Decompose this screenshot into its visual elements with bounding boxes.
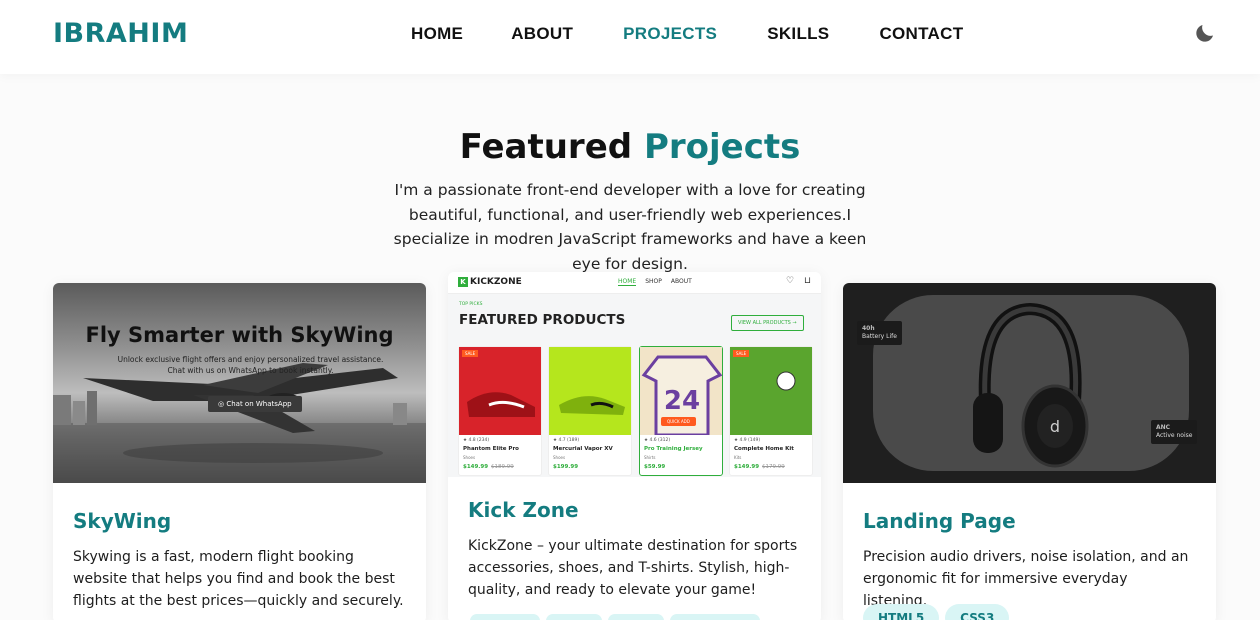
section-title-accent: Projects <box>643 127 801 167</box>
whatsapp-icon: ◎ <box>218 400 225 408</box>
svg-text:24: 24 <box>664 386 700 416</box>
nav-link-about[interactable]: ABOUT <box>511 24 573 44</box>
project-description: Skywing is a fast, modern flight booking… <box>73 549 404 609</box>
project-card-kickzone[interactable]: K KICKZONE HOME SHOP ABOUT ♡ ⊔ TOP PICKS … <box>448 272 821 620</box>
nav-link-contact[interactable]: CONTACT <box>879 24 963 44</box>
kickzone-quick-add: QUICK ADD <box>661 417 696 426</box>
shoe-image <box>467 392 535 417</box>
battery-badge: 40h Battery Life <box>857 321 902 345</box>
skywing-heading: Fly Smarter with SkyWing <box>85 323 394 347</box>
moon-icon[interactable] <box>1193 21 1217 45</box>
project-card-landing-page[interactable]: d 40h Battery Life ANC Active noise Land… <box>843 283 1216 620</box>
top-navbar: IBRAHIM HOME ABOUT PROJECTS SKILLS CONTA… <box>0 0 1260 74</box>
ball-image <box>776 371 796 391</box>
tech-tags: HTML5 CSS3 <box>863 604 1010 620</box>
project-screenshot: Fly Smarter with SkyWing Unlock exclusiv… <box>53 283 426 483</box>
kickzone-product-card: 24 QUICK ADD ★ 4.6 (312) Pro Training Je… <box>639 346 723 476</box>
kickzone-product-card: SALE ★ 4.9 (149) Complete Home Kit Kits … <box>729 346 813 476</box>
tech-tag: HTML5 <box>863 604 940 620</box>
project-description: KickZone – your ultimate destination for… <box>468 538 798 598</box>
heart-icon: ♡ <box>786 276 795 286</box>
anc-badge: ANC Active noise <box>1151 420 1198 444</box>
project-title: Kick Zone <box>468 498 579 522</box>
tech-tag <box>470 614 540 620</box>
kickzone-view-all: VIEW ALL PRODUCTS → <box>731 315 804 331</box>
skywing-whatsapp-button: ◎ Chat on WhatsApp <box>208 396 302 412</box>
section-title-main: Featured <box>459 127 633 167</box>
airplane-illustration <box>53 363 426 483</box>
project-screenshot: d 40h Battery Life ANC Active noise <box>843 283 1216 483</box>
nav-link-home[interactable]: HOME <box>411 24 463 44</box>
skywing-subtext: Unlock exclusive flight offers and enjoy… <box>117 355 384 375</box>
svg-text:d: d <box>1050 417 1060 436</box>
kickzone-product-card: ★ 4.7 (189) Mercurial Vapor XV Shoes $19… <box>548 346 632 476</box>
kickzone-nav: HOME SHOP ABOUT <box>618 278 692 286</box>
kickzone-product-card: SALE ★ 4.8 (234) Phantom Elite Pro Shoes… <box>458 346 542 476</box>
section-intro: I'm a passionate front-end developer wit… <box>393 181 867 273</box>
nav-link-skills[interactable]: SKILLS <box>767 24 829 44</box>
cart-icon: ⊔ <box>804 276 812 286</box>
tech-tag <box>608 614 664 620</box>
headphones-image: d <box>973 302 1089 468</box>
brand-logo[interactable]: IBRAHIM <box>53 18 188 49</box>
kickzone-heading: FEATURED PRODUCTS <box>459 312 626 328</box>
section-title: Featured Projects <box>0 127 1260 167</box>
tech-tags <box>470 614 760 620</box>
tech-tag <box>546 614 602 620</box>
skywing-whatsapp-label: Chat on WhatsApp <box>226 400 292 408</box>
tech-tag <box>670 614 760 620</box>
project-title: SkyWing <box>73 509 172 533</box>
project-description: Precision audio drivers, noise isolation… <box>863 549 1189 609</box>
main-menu: HOME ABOUT PROJECTS SKILLS CONTACT <box>411 24 963 44</box>
nav-link-projects[interactable]: PROJECTS <box>623 24 717 44</box>
project-screenshot: K KICKZONE HOME SHOP ABOUT ♡ ⊔ TOP PICKS … <box>448 272 821 477</box>
kickzone-logo: K KICKZONE <box>458 277 522 287</box>
tech-tag: CSS3 <box>945 604 1010 620</box>
kickzone-top-picks: TOP PICKS <box>459 302 483 307</box>
shoe-image <box>559 396 625 415</box>
project-title: Landing Page <box>863 509 1016 533</box>
project-card-skywing[interactable]: Fly Smarter with SkyWing Unlock exclusiv… <box>53 283 426 620</box>
